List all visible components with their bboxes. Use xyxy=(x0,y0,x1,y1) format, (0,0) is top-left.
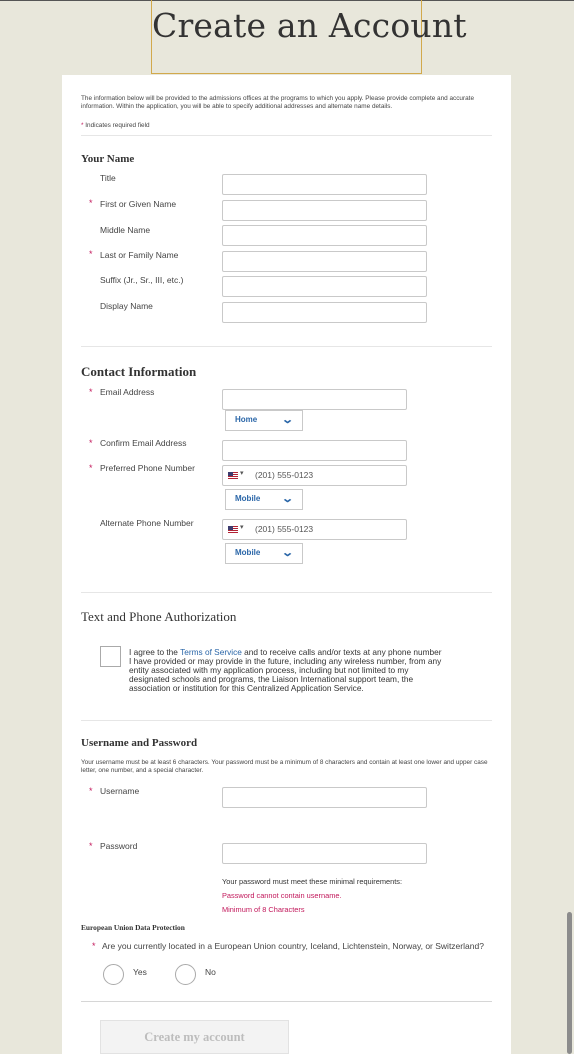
email-type-value: Home xyxy=(235,415,258,424)
country-dropdown-icon[interactable]: ▾ xyxy=(240,523,244,531)
suffix-input[interactable] xyxy=(222,276,427,297)
suffix-label: Suffix (Jr., Sr., III, etc.) xyxy=(100,275,184,285)
username-label: Username xyxy=(100,786,140,796)
divider xyxy=(81,1001,492,1002)
last-name-input[interactable] xyxy=(222,251,427,272)
us-flag-icon[interactable] xyxy=(228,472,238,479)
email-label: Email Address xyxy=(100,387,155,397)
divider xyxy=(81,135,492,136)
title-input[interactable] xyxy=(222,174,427,195)
preferred-phone-type-select[interactable]: Mobile ⌄ xyxy=(225,489,303,510)
required-marker: * xyxy=(89,387,93,397)
section-heading-authorization: Text and Phone Authorization xyxy=(81,609,237,624)
eu-heading: European Union Data Protection xyxy=(81,923,185,932)
required-marker: * xyxy=(89,841,93,851)
chevron-down-icon: ⌄ xyxy=(280,414,294,426)
page-title-box: Create an Account xyxy=(151,0,467,74)
create-account-button[interactable]: Create my account xyxy=(100,1020,289,1054)
alternate-phone-label: Alternate Phone Number xyxy=(100,518,194,528)
required-marker: * xyxy=(89,463,93,473)
divider xyxy=(81,720,492,721)
required-legend: * Indicates required field xyxy=(81,122,150,129)
required-star: * xyxy=(81,122,84,129)
email-input[interactable] xyxy=(222,389,407,410)
username-input[interactable] xyxy=(222,787,427,808)
display-name-input[interactable] xyxy=(222,302,427,323)
preferred-phone-label: Preferred Phone Number xyxy=(100,463,195,473)
confirm-email-input[interactable] xyxy=(222,440,407,461)
scrollbar-thumb[interactable] xyxy=(567,912,572,1054)
eu-yes-radio[interactable] xyxy=(103,964,124,985)
preferred-phone-input[interactable]: ▾ (201) 555-0123 xyxy=(222,465,407,486)
us-flag-icon[interactable] xyxy=(228,526,238,533)
last-name-label: Last or Family Name xyxy=(100,250,179,260)
password-requirement: Minimum of 8 Characters xyxy=(222,905,305,914)
alternate-phone-type-value: Mobile xyxy=(235,548,261,557)
required-marker: * xyxy=(89,786,93,796)
eu-no-radio[interactable] xyxy=(175,964,196,985)
preferred-phone-placeholder: (201) 555-0123 xyxy=(255,470,314,480)
required-note: Indicates required field xyxy=(85,122,150,129)
password-requirements-title: Your password must meet these minimal re… xyxy=(222,877,403,886)
section-heading-contact: Contact Information xyxy=(81,364,197,379)
required-marker: * xyxy=(89,249,93,259)
chevron-down-icon: ⌄ xyxy=(280,547,294,559)
email-type-select[interactable]: Home ⌄ xyxy=(225,410,303,431)
eu-question: Are you currently located in a European … xyxy=(102,941,484,951)
section-heading-your-name: Your Name xyxy=(81,153,135,165)
divider xyxy=(81,346,492,347)
alternate-phone-placeholder: (201) 555-0123 xyxy=(255,524,314,534)
intro-text: The information below will be provided t… xyxy=(81,95,474,110)
first-name-input[interactable] xyxy=(222,200,427,221)
chevron-down-icon: ⌄ xyxy=(280,493,294,505)
consent-checkbox[interactable] xyxy=(100,646,121,667)
password-requirement: Password cannot contain username. xyxy=(222,891,342,900)
eu-yes-label: Yes xyxy=(133,967,147,977)
eu-no-label: No xyxy=(205,967,216,977)
form-card: The information below will be provided t… xyxy=(62,75,511,1054)
middle-name-label: Middle Name xyxy=(100,225,151,235)
section-heading-credentials: Username and Password xyxy=(81,737,198,749)
password-label: Password xyxy=(100,841,138,851)
middle-name-input[interactable] xyxy=(222,225,427,246)
required-marker: * xyxy=(92,941,96,951)
alternate-phone-input[interactable]: ▾ (201) 555-0123 xyxy=(222,519,407,540)
preferred-phone-type-value: Mobile xyxy=(235,494,261,503)
divider xyxy=(81,592,492,593)
required-marker: * xyxy=(89,198,93,208)
page-title: Create an Account xyxy=(152,6,467,45)
first-name-label: First or Given Name xyxy=(100,199,177,209)
display-name-label: Display Name xyxy=(100,301,153,311)
password-input[interactable] xyxy=(222,843,427,864)
confirm-email-label: Confirm Email Address xyxy=(100,438,187,448)
country-dropdown-icon[interactable]: ▾ xyxy=(240,469,244,477)
credentials-note: Your username must be at least 6 charact… xyxy=(81,759,488,774)
consent-text: I agree to the Terms of Service and to r… xyxy=(129,648,443,693)
required-marker: * xyxy=(89,438,93,448)
alternate-phone-type-select[interactable]: Mobile ⌄ xyxy=(225,543,303,564)
title-label: Title xyxy=(100,173,116,183)
